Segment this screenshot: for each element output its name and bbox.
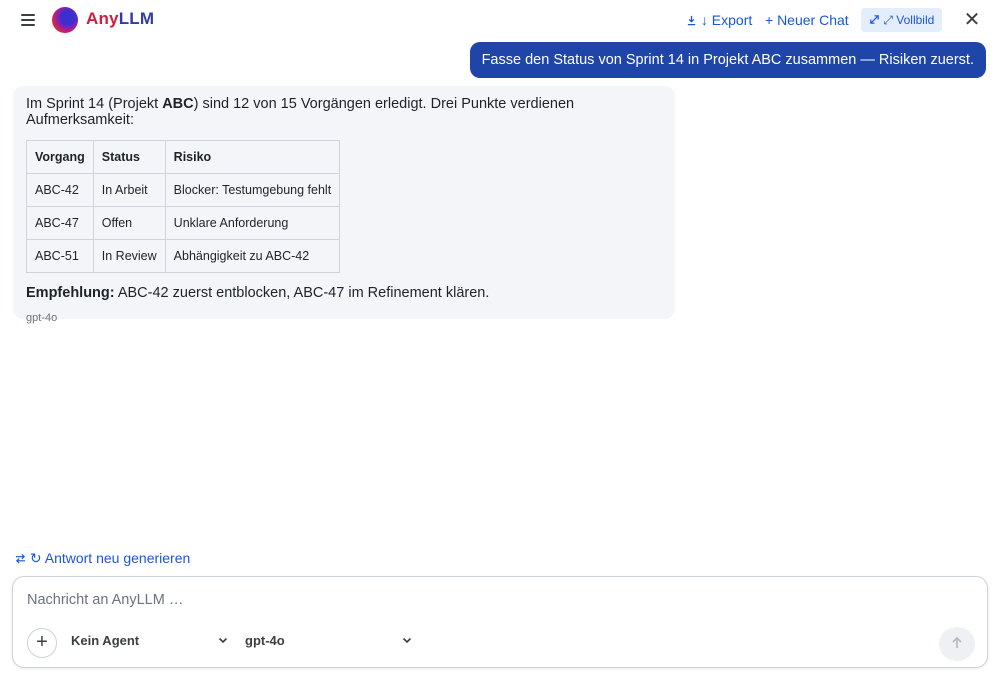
new-chat-label: + Neuer Chat [765,12,849,28]
table-header: Vorgang [26,140,94,174]
table-cell: Blocker: Testumgebung fehlt [164,173,341,207]
table-cell: Unklare Anforderung [164,206,341,240]
table-row: ABC-51 In Review Abhängigkeit zu ABC-42 [26,239,341,273]
user-message: Fasse den Status von Sprint 14 in Projek… [469,42,986,78]
logo-icon [52,7,78,33]
recommendation: Empfehlung: ABC-42 zuerst entblocken, AB… [26,285,490,301]
table-cell: ABC-51 [26,239,94,273]
table-cell: ABC-47 [26,206,94,240]
agent-select-value: Kein Agent [71,633,140,648]
brand-name: AnyLLM [86,9,155,28]
status-table: Vorgang Status Risiko ABC-42 In Arbeit B… [26,140,341,273]
table-header: Risiko [164,140,341,174]
swap-arrows-icon [15,553,26,564]
menu-icon[interactable] [18,10,38,30]
regenerate-label: ↻ Antwort neu generieren [29,550,191,566]
composer: + Kein Agent gpt-4o [12,576,988,668]
table-cell: In Arbeit [92,173,166,207]
new-chat-button[interactable]: + Neuer Chat [765,12,849,28]
download-icon [687,15,696,26]
table-row: ABC-42 In Arbeit Blocker: Testumgebung f… [26,173,341,207]
table-cell: ABC-42 [26,173,94,207]
chevron-down-icon [217,634,229,649]
regenerate-button[interactable]: ↻ Antwort neu generieren [15,550,190,567]
export-button[interactable]: ↓ Export [686,12,752,28]
table-header-row: Vorgang Status Risiko [26,140,341,174]
table-cell: Offen [92,206,166,240]
fullscreen-label: ⤢ Vollbild [883,13,935,27]
table-header: Status [92,140,166,174]
model-select[interactable]: gpt-4o [245,633,415,653]
fullscreen-button[interactable]: ⤢ Vollbild [861,8,943,32]
close-icon[interactable]: ✕ [962,10,982,30]
arrow-up-icon [952,636,962,648]
table-row: ABC-47 Offen Unklare Anforderung [26,206,341,240]
table-cell: Abhängigkeit zu ABC-42 [164,239,341,273]
chevron-down-icon [401,634,413,649]
send-button[interactable] [939,627,975,661]
agent-select[interactable]: Kein Agent [71,633,231,653]
header: AnyLLM ↓ Export + Neuer Chat ⤢ Vollbild … [0,0,1000,40]
assistant-intro: Im Sprint 14 (Projekt ABC) sind 12 von 1… [26,96,575,128]
table-cell: In Review [92,239,166,273]
message-input[interactable] [27,590,927,610]
export-label: ↓ Export [700,12,753,28]
model-select-value: gpt-4o [245,633,285,648]
expand-icon [870,15,879,24]
assistant-message: Im Sprint 14 (Projekt ABC) sind 12 von 1… [13,86,675,324]
plus-icon[interactable]: + [27,628,57,658]
chat-app: AnyLLM ↓ Export + Neuer Chat ⤢ Vollbild … [0,0,1000,680]
model-tag: gpt-4o [26,312,58,324]
